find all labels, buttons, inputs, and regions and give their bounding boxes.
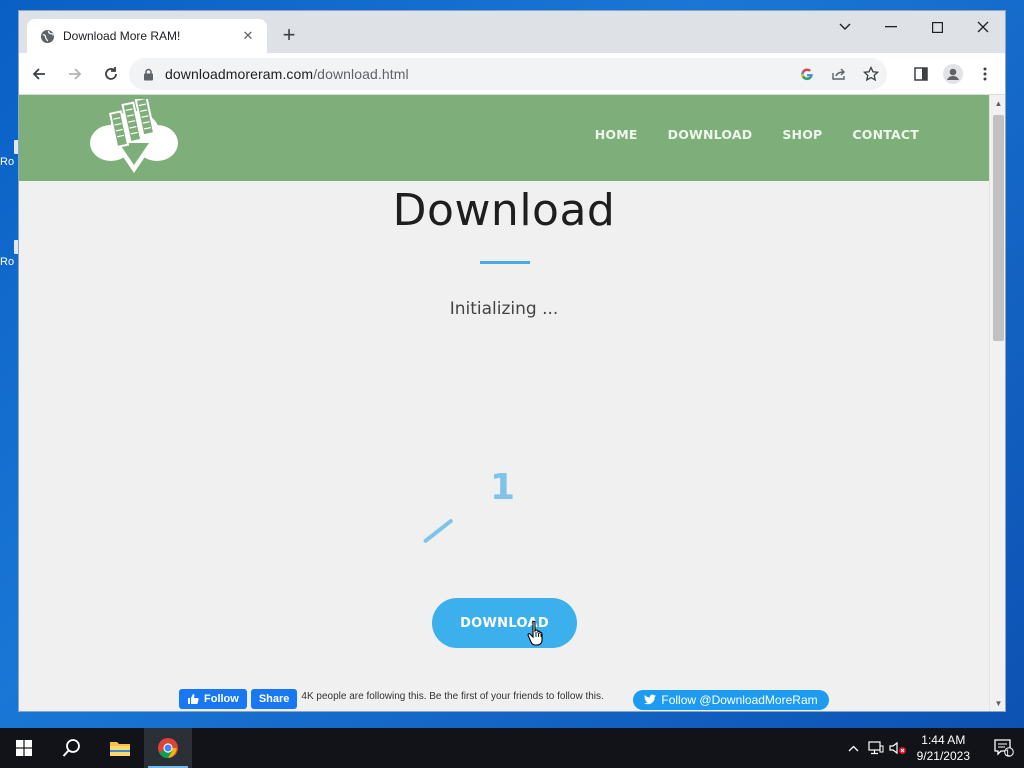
cloud-download-logo-icon[interactable] [89,99,179,177]
chrome-taskbar-icon[interactable] [144,728,192,768]
search-icon[interactable] [48,728,96,768]
minimize-icon[interactable] [868,11,914,43]
notification-count: 1 [1005,748,1011,758]
volume-muted-icon[interactable] [887,728,909,768]
facebook-follow-label: Follow [204,693,239,705]
system-tray: 1:44 AM 9/21/2023 1 [843,728,1024,768]
scroll-down-arrow-icon[interactable]: ▼ [990,697,1005,711]
nav-contact-link[interactable]: CONTACT [852,127,919,142]
page-title: Download [392,185,616,236]
scrollbar-thumb[interactable] [993,115,1004,341]
facebook-share-button[interactable]: Share [250,689,298,709]
taskbar-clock[interactable]: 1:44 AM 9/21/2023 [917,732,970,764]
twitter-follow-label: Follow @DownloadMoreRam [661,693,818,707]
address-bar[interactable]: downloadmoreram.com/download.html [129,58,887,90]
progress-spinner [422,518,454,544]
title-divider [480,261,530,264]
clock-date: 9/21/2023 [916,749,970,763]
address-url: downloadmoreram.com/download.html [165,66,409,82]
file-explorer-icon[interactable] [96,728,144,768]
close-window-icon[interactable] [960,11,1005,43]
chevron-up-icon[interactable] [843,728,865,768]
tab-strip: Download More RAM! ✕ + [19,11,1005,53]
chevron-down-icon[interactable] [822,11,868,43]
tab-title: Download More RAM! [63,29,181,43]
browser-toolbar: downloadmoreram.com/download.html [19,53,1005,95]
twitter-bird-icon [644,694,657,706]
download-button[interactable]: DOWNLOAD [432,598,577,648]
desktop-shortcut-label: Ro [0,256,15,268]
desktop-shortcut[interactable]: Ro [0,140,20,168]
thumbs-up-icon [187,693,199,705]
plus-icon[interactable]: + [277,24,301,46]
nav-shop-link[interactable]: SHOP [782,127,822,142]
facebook-widget: Follow Share 4K people are following thi… [179,689,621,709]
side-panel-icon[interactable] [905,58,937,90]
reload-icon[interactable] [95,58,127,90]
kebab-menu-icon[interactable] [969,58,1001,90]
desktop-shortcut-label: Ro [0,156,15,168]
hand-pointer-cursor-icon [527,620,543,646]
windows-start-icon[interactable] [0,728,48,768]
nav-home-link[interactable]: HOME [595,127,638,142]
taskbar: 1:44 AM 9/21/2023 1 [0,728,1024,768]
page-viewport: HOME DOWNLOAD SHOP CONTACT Download Init… [19,95,989,711]
lock-icon[interactable] [143,67,157,81]
globe-icon [39,28,55,44]
page-scrollbar[interactable]: ▲ ▼ [989,95,1005,711]
notification-center-icon[interactable]: 1 [984,728,1024,768]
nav-download-link[interactable]: DOWNLOAD [668,127,753,142]
site-nav: HOME DOWNLOAD SHOP CONTACT [595,127,919,142]
back-icon[interactable] [23,58,55,90]
scroll-up-arrow-icon[interactable]: ▲ [990,97,1005,111]
countdown-number: 1 [490,467,516,508]
facebook-follow-button[interactable]: Follow [179,689,247,709]
bookmark-star-icon[interactable] [855,58,887,90]
status-text: Initializing ... [449,299,559,319]
url-path: /download.html [313,66,409,82]
browser-tab[interactable]: Download More RAM! ✕ [27,19,267,53]
maximize-icon[interactable] [914,11,960,43]
forward-icon[interactable] [59,58,91,90]
site-header: HOME DOWNLOAD SHOP CONTACT [19,95,989,181]
desktop-shortcut[interactable]: Ro [0,240,20,268]
clock-time: 1:44 AM [921,733,966,747]
browser-window: Download More RAM! ✕ + downloadmoreram.c… [18,10,1006,712]
google-lens-icon[interactable] [791,58,823,90]
twitter-follow-button[interactable]: Follow @DownloadMoreRam [633,690,829,710]
close-icon[interactable]: ✕ [239,28,257,44]
network-icon[interactable] [865,728,887,768]
share-icon[interactable] [823,58,855,90]
profile-avatar-icon[interactable] [937,58,969,90]
url-domain: downloadmoreram.com [165,66,314,82]
facebook-followers-text: 4K people are following this. Be the fir… [301,691,604,702]
